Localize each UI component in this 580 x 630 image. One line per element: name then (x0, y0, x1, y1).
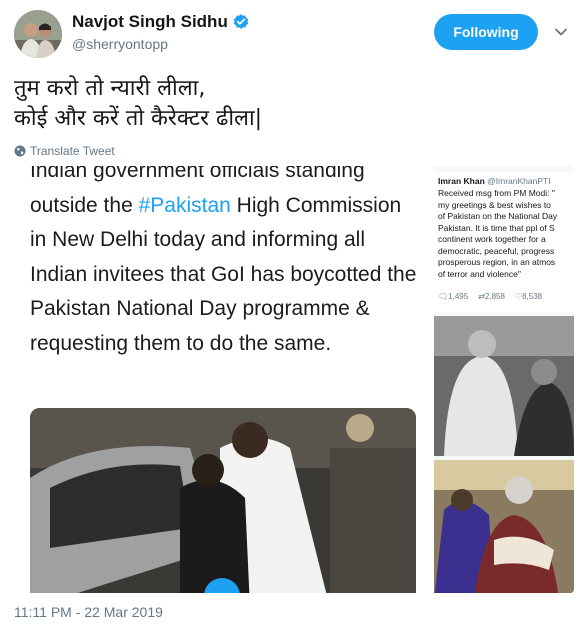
quoted-handle: @ImranKhanPTI (487, 176, 551, 186)
retweet-count-value: 2,858 (484, 292, 505, 301)
photo-hug-color (434, 460, 574, 593)
quoted-name: Imran Khan (438, 176, 485, 186)
reply-count: 🗨1,495 (438, 292, 469, 301)
display-name[interactable]: Navjot Singh Sidhu (72, 12, 228, 32)
verified-badge-icon (233, 14, 249, 29)
embedded-photo (30, 408, 416, 593)
chevron-down-icon[interactable] (554, 25, 568, 39)
photo-officials-at-car (30, 408, 416, 593)
globe-icon (14, 145, 26, 157)
retweet-count: ⇄2,858 (478, 292, 505, 301)
quoted-tweet-text: Received msg from PM Modi: " my greeting… (438, 188, 558, 279)
tweet-media[interactable]: Indian government officials standing out… (14, 166, 574, 593)
quoted-tweet-stats: 🗨1,495 ⇄2,858 ♡8,538 (438, 292, 542, 301)
like-count-value: 8,538 (522, 292, 543, 301)
quoted-tweet-header: Imran Khan @ImranKhanPTI (438, 176, 570, 186)
reply-count-value: 1,495 (448, 292, 469, 301)
photo-hug (434, 460, 574, 593)
following-button[interactable]: Following (434, 14, 538, 50)
tweet-text: तुम करो तो न्यारी लीला, कोई और करें तो क… (14, 74, 564, 134)
embedded-text-part2: High Commission in New Delhi today and i… (30, 193, 417, 355)
tweet-timestamp[interactable]: 11:11 PM - 22 Mar 2019 (14, 604, 163, 620)
translate-tweet-link[interactable]: Translate Tweet (14, 144, 115, 158)
avatar-image (14, 10, 62, 58)
media-image-left[interactable]: Indian government officials standing out… (14, 166, 428, 593)
embedded-screenshot-text: Indian government officials standing out… (30, 166, 420, 361)
avatar[interactable] (14, 10, 62, 58)
photo-bw-meeting (434, 316, 574, 456)
user-handle[interactable]: @sherryontopp (72, 36, 168, 52)
tweet-text-line1: तुम करो तो न्यारी लीला, (14, 76, 206, 101)
tweet-text-line2: कोई और करें तो कैरेक्टर ढीला| (14, 106, 263, 131)
media-image-right[interactable]: Imran Khan @ImranKhanPTI Received msg fr… (434, 166, 574, 593)
embedded-hashtag: #Pakistan (138, 193, 231, 217)
like-count: ♡8,538 (514, 292, 543, 301)
translate-label[interactable]: Translate Tweet (30, 144, 115, 158)
quoted-tweet-screenshot: Imran Khan @ImranKhanPTI Received msg fr… (434, 172, 574, 312)
photo-handshake-bw (434, 316, 574, 456)
tweet-header: Navjot Singh Sidhu @sherryontopp Followi… (0, 0, 580, 66)
